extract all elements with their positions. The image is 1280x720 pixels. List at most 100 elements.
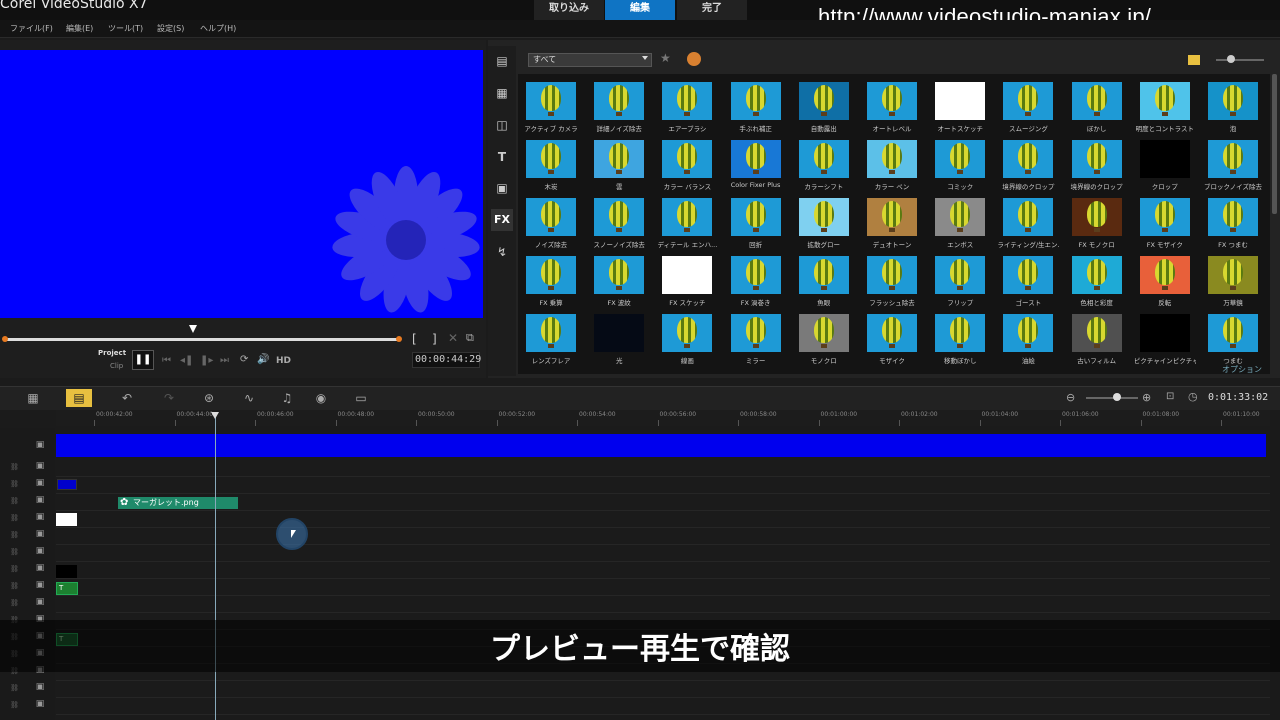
effect-thumbnail[interactable]: ぼかし bbox=[1066, 82, 1128, 138]
effect-thumbnail[interactable]: ピクチャインピクチャ bbox=[1134, 314, 1196, 370]
end-button[interactable]: ⏭ bbox=[220, 355, 229, 366]
transition-icon[interactable]: ◫ bbox=[491, 114, 513, 136]
next-frame-button[interactable]: ❚▸ bbox=[200, 355, 213, 366]
effect-thumbnail[interactable]: コミック bbox=[929, 140, 991, 196]
video-clip-blue[interactable] bbox=[56, 434, 1266, 457]
mark-out-button[interactable]: ] bbox=[432, 332, 437, 346]
menu-help[interactable]: ヘルプ(H) bbox=[200, 23, 236, 34]
effect-thumbnail[interactable]: 反転 bbox=[1134, 256, 1196, 312]
effect-thumbnail[interactable]: 魚眼 bbox=[793, 256, 855, 312]
effect-thumbnail[interactable]: FX モノクロ bbox=[1066, 198, 1128, 254]
title-text-icon[interactable]: T bbox=[491, 146, 513, 168]
preview-scrubber[interactable] bbox=[4, 338, 400, 341]
sound-mixer-icon[interactable]: ∿ bbox=[236, 389, 262, 407]
effect-thumbnail[interactable]: 雲 bbox=[588, 140, 650, 196]
storyboard-view-button[interactable]: ▦ bbox=[20, 389, 46, 407]
options-toggle[interactable]: オプション bbox=[1222, 364, 1262, 375]
track-row[interactable] bbox=[56, 562, 1270, 579]
prev-frame-button[interactable]: ◂❚ bbox=[180, 355, 193, 366]
track-type-icon[interactable]: ▣ bbox=[30, 580, 50, 594]
effect-thumbnail[interactable]: 油絵 bbox=[997, 314, 1059, 370]
track-type-icon[interactable]: ▣ bbox=[30, 495, 50, 509]
effect-thumbnail[interactable]: カラーシフト bbox=[793, 140, 855, 196]
overlay-clip-margaret[interactable]: マーガレット.png bbox=[118, 497, 238, 509]
track-type-icon[interactable]: ▣ bbox=[30, 563, 50, 577]
effect-thumbnail[interactable]: オートスケッチ bbox=[929, 82, 991, 138]
track-row[interactable] bbox=[56, 494, 1270, 511]
filter-fx-icon[interactable]: FX bbox=[491, 209, 513, 231]
effect-thumbnail[interactable]: FX 渦巻き bbox=[725, 256, 787, 312]
effect-thumbnail[interactable]: FX モザイク bbox=[1134, 198, 1196, 254]
effect-thumbnail[interactable]: 回折 bbox=[725, 198, 787, 254]
track-row[interactable] bbox=[56, 545, 1270, 562]
view-toggle-icon[interactable] bbox=[1188, 55, 1200, 65]
subtitle-editor-icon[interactable]: ▭ bbox=[348, 389, 374, 407]
menu-tools[interactable]: ツール(T) bbox=[108, 23, 143, 34]
track-lock-icon[interactable]: ⛓ bbox=[10, 463, 19, 471]
track-lock-icon[interactable]: ⛓ bbox=[10, 565, 19, 573]
repeat-icon[interactable]: ⟳ bbox=[240, 354, 248, 365]
timeline-zoom-handle[interactable] bbox=[1113, 393, 1121, 401]
track-lock-icon[interactable]: ⛓ bbox=[10, 701, 19, 709]
menu-edit[interactable]: 編集(E) bbox=[66, 23, 93, 34]
motion-tracking-icon[interactable]: ◉ bbox=[308, 389, 334, 407]
track-type-icon[interactable]: ▣ bbox=[30, 461, 50, 475]
effect-thumbnail[interactable]: Color Fixer Plus bbox=[725, 140, 787, 196]
effect-thumbnail[interactable]: カラー ペン bbox=[861, 140, 923, 196]
effect-thumbnail[interactable]: フリップ bbox=[929, 256, 991, 312]
effect-thumbnail[interactable]: 境界線のクロップ bbox=[997, 140, 1059, 196]
zoom-out-icon[interactable]: ⊖ bbox=[1066, 391, 1075, 404]
effect-thumbnail[interactable]: 詳細ノイズ除去 bbox=[588, 82, 650, 138]
zoom-in-icon[interactable]: ⊕ bbox=[1142, 391, 1151, 404]
effect-thumbnail[interactable]: 泡 bbox=[1202, 82, 1264, 138]
media-library-icon[interactable]: ▤ bbox=[491, 50, 513, 72]
menu-file[interactable]: ファイル(F) bbox=[10, 23, 53, 34]
effect-thumbnail[interactable]: エンボス bbox=[929, 198, 991, 254]
track-lock-icon[interactable]: ⛓ bbox=[10, 684, 19, 692]
timeline-scrollbar[interactable] bbox=[1270, 430, 1280, 720]
effect-thumbnail[interactable]: ブロックノイズ除去 bbox=[1202, 140, 1264, 196]
effect-thumbnail[interactable]: オートレベル bbox=[861, 82, 923, 138]
effect-thumbnail[interactable]: つまむ bbox=[1202, 314, 1264, 370]
pause-button[interactable]: ❚❚ bbox=[132, 350, 154, 370]
thumbnail-size-slider[interactable] bbox=[1216, 59, 1264, 61]
auto-music-icon[interactable]: ♫ bbox=[274, 389, 300, 407]
track-row[interactable] bbox=[56, 460, 1270, 477]
track-lock-icon[interactable]: ⛓ bbox=[10, 548, 19, 556]
timeline-timecode[interactable]: 0:01:33:02 bbox=[1208, 392, 1268, 403]
effect-thumbnail[interactable]: ミラー bbox=[725, 314, 787, 370]
tab-share[interactable]: 完了 bbox=[677, 0, 747, 20]
scrubber-handle[interactable] bbox=[189, 325, 197, 333]
redo-icon[interactable]: ↷ bbox=[156, 389, 182, 407]
effect-thumbnail[interactable]: ディテール エンハ... bbox=[656, 198, 718, 254]
library-scrollbar[interactable] bbox=[1272, 74, 1277, 214]
menu-settings[interactable]: 設定(S) bbox=[157, 23, 184, 34]
track-lock-icon[interactable]: ⛓ bbox=[10, 582, 19, 590]
effect-thumbnail[interactable]: 万華鏡 bbox=[1202, 256, 1264, 312]
hd-toggle[interactable]: HD bbox=[276, 356, 291, 366]
effect-thumbnail[interactable]: FX つまむ bbox=[1202, 198, 1264, 254]
effect-thumbnail[interactable]: 線画 bbox=[656, 314, 718, 370]
enlarge-preview-icon[interactable]: ⧉ bbox=[466, 331, 474, 345]
effect-thumbnail[interactable]: スムージング bbox=[997, 82, 1059, 138]
library-filter-select[interactable]: すべて bbox=[528, 53, 652, 67]
effect-thumbnail[interactable]: ゴースト bbox=[997, 256, 1059, 312]
favorites-icon[interactable]: ★ bbox=[660, 51, 671, 65]
mark-in-handle[interactable] bbox=[2, 336, 8, 342]
effect-thumbnail[interactable]: モザイク bbox=[861, 314, 923, 370]
effect-thumbnail[interactable]: 手ぶれ補正 bbox=[725, 82, 787, 138]
effect-thumbnail[interactable]: スノーノイズ除去 bbox=[588, 198, 650, 254]
effect-thumbnail[interactable]: 境界線のクロップ bbox=[1066, 140, 1128, 196]
overlay-clip-white[interactable] bbox=[56, 513, 77, 526]
track-row[interactable] bbox=[56, 477, 1270, 494]
effect-thumbnail[interactable]: モノクロ bbox=[793, 314, 855, 370]
effect-thumbnail[interactable]: 自動露出 bbox=[793, 82, 855, 138]
effect-thumbnail[interactable]: デュオトーン bbox=[861, 198, 923, 254]
track-lock-icon[interactable]: ⛓ bbox=[10, 599, 19, 607]
tab-edit[interactable]: 編集 bbox=[605, 0, 675, 20]
instant-project-icon[interactable]: ▦ bbox=[491, 82, 513, 104]
project-mode-label[interactable]: Project bbox=[98, 349, 126, 357]
effect-thumbnail[interactable]: エアーブラシ bbox=[656, 82, 718, 138]
effect-thumbnail[interactable]: 拡散グロー bbox=[793, 198, 855, 254]
path-icon[interactable]: ↯ bbox=[491, 241, 513, 263]
